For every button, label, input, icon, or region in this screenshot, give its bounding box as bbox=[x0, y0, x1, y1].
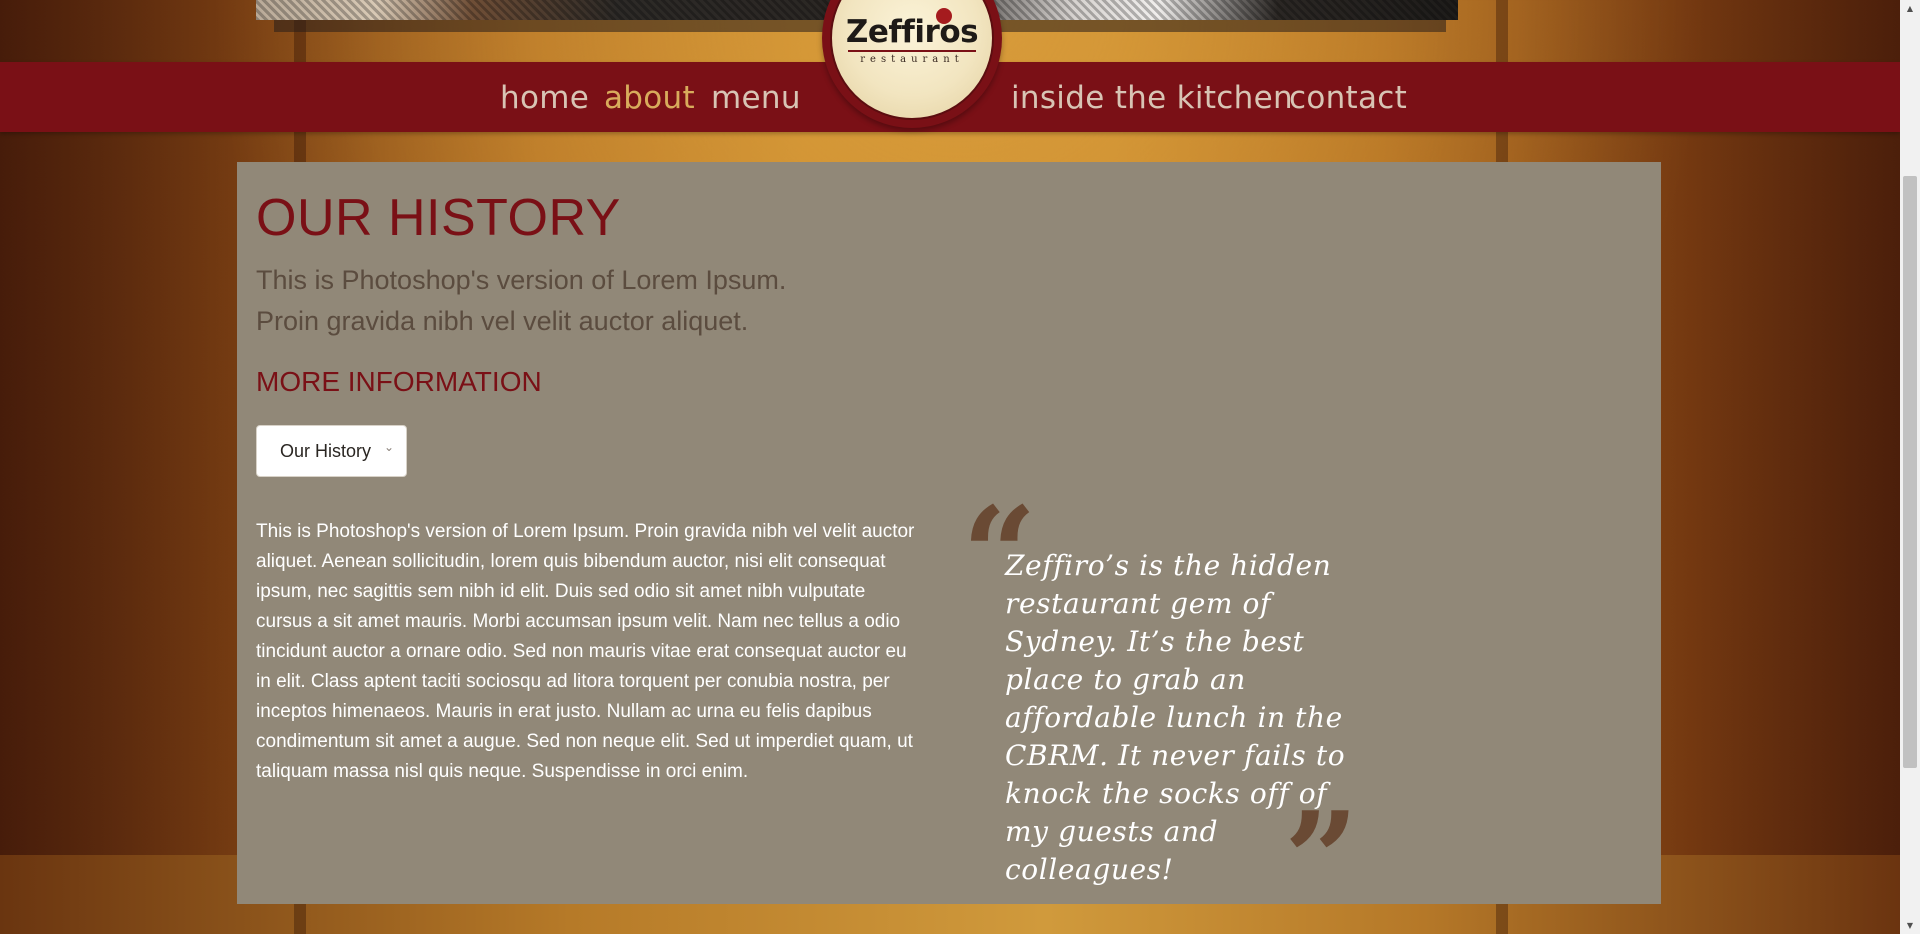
nav-item-inside-the-kitchen[interactable]: inside the kitchen bbox=[1011, 74, 1293, 122]
nav-item-home[interactable]: home bbox=[500, 74, 589, 122]
chevron-down-icon: ⌄ bbox=[383, 440, 394, 454]
scroll-up-arrow-icon[interactable]: ▲ bbox=[1900, 0, 1920, 17]
logo-divider bbox=[848, 50, 976, 52]
nav-item-contact[interactable]: contact bbox=[1289, 74, 1407, 122]
dropdown-selected-value: Our History bbox=[280, 441, 372, 461]
info-dropdown[interactable]: Our History ⌄ bbox=[256, 425, 407, 477]
logo-tagline: restaurant bbox=[860, 54, 964, 65]
intro-line-2: Proin gravida nibh vel velit auctor aliq… bbox=[256, 306, 749, 336]
logo-wordmark: Zeffiros bbox=[845, 14, 979, 50]
section-heading: MORE INFORMATION bbox=[256, 366, 542, 397]
history-body-text: This is Photoshop's version of Lorem Ips… bbox=[256, 521, 915, 782]
nav-item-menu[interactable]: menu bbox=[711, 74, 801, 122]
scrollbar-thumb[interactable] bbox=[1903, 176, 1917, 768]
intro-line-1: This is Photoshop's version of Lorem Ips… bbox=[256, 265, 787, 295]
nav-item-about[interactable]: about bbox=[604, 74, 695, 122]
page-title: OUR HISTORY bbox=[256, 189, 621, 247]
scroll-down-arrow-icon[interactable]: ▼ bbox=[1900, 917, 1920, 934]
quote-close-icon: ” bbox=[1284, 783, 1359, 934]
